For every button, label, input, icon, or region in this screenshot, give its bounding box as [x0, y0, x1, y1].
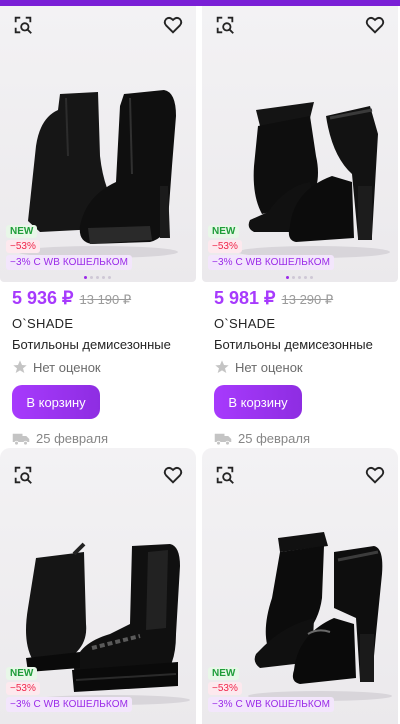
promo-badges: NEW −53% −3% С WB КОШЕЛЬКОМ [208, 667, 335, 712]
pager-dot [108, 276, 111, 279]
new-badge: NEW [208, 225, 240, 238]
discount-badge: −53% [208, 682, 242, 695]
product-photo[interactable]: NEW −53% −3% С WB КОШЕЛЬКОМ [202, 6, 398, 282]
wallet-discount-badge: −3% С WB КОШЕЛЬКОМ [6, 255, 133, 270]
discount-badge: −53% [208, 240, 242, 253]
price: 5 936 ₽ [12, 288, 74, 308]
wallet-discount-badge: −3% С WB КОШЕЛЬКОМ [208, 697, 335, 712]
photo-pager [84, 276, 111, 279]
pager-dot [102, 276, 105, 279]
delivery-text: 25 февраля [36, 431, 108, 446]
product-photo[interactable]: NEW −53% −3% С WB КОШЕЛЬКОМ [202, 448, 398, 724]
product-name[interactable]: Ботильоны демисезонные [214, 337, 386, 352]
new-badge: NEW [6, 225, 38, 238]
product-name[interactable]: Ботильоны демисезонные [12, 337, 184, 352]
product-info: 5 981 ₽ 13 290 ₽ O`SHADE Ботильоны демис… [202, 282, 398, 446]
find-similar-icon[interactable] [210, 460, 240, 490]
pager-dot [304, 276, 307, 279]
find-similar-icon[interactable] [8, 460, 38, 490]
price: 5 981 ₽ [214, 288, 276, 308]
new-badge: NEW [6, 667, 38, 680]
product-card[interactable]: NEW −53% −3% С WB КОШЕЛЬКОМ 5 981 ₽ 13 2… [202, 6, 398, 446]
product-info: 5 936 ₽ 13 190 ₽ O`SHADE Ботильоны демис… [0, 282, 196, 446]
pager-dot [310, 276, 313, 279]
discount-badge: −53% [6, 682, 40, 695]
star-icon [215, 360, 229, 373]
heart-icon[interactable] [360, 460, 390, 490]
delivery-truck-icon [214, 433, 232, 445]
pager-dot [84, 276, 87, 279]
new-badge: NEW [208, 667, 240, 680]
delivery-date: 25 февраля [12, 431, 184, 446]
price-row: 5 936 ₽ 13 190 ₽ [12, 288, 184, 310]
wallet-discount-badge: −3% С WB КОШЕЛЬКОМ [6, 697, 133, 712]
heart-icon[interactable] [360, 10, 390, 40]
product-card[interactable]: NEW −53% −3% С WB КОШЕЛЬКОМ [0, 448, 196, 724]
delivery-truck-icon [12, 433, 30, 445]
promo-badges: NEW −53% −3% С WB КОШЕЛЬКОМ [6, 225, 133, 270]
delivery-text: 25 февраля [238, 431, 310, 446]
promo-badges: NEW −53% −3% С WB КОШЕЛЬКОМ [208, 225, 335, 270]
pager-dot [292, 276, 295, 279]
find-similar-icon[interactable] [8, 10, 38, 40]
heart-icon[interactable] [158, 10, 188, 40]
pager-dot [298, 276, 301, 279]
brand-name[interactable]: O`SHADE [214, 316, 386, 331]
product-photo[interactable]: NEW −53% −3% С WB КОШЕЛЬКОМ [0, 448, 196, 724]
brand-name[interactable]: O`SHADE [12, 316, 184, 331]
rating-text: Нет оценок [235, 359, 303, 375]
star-icon [13, 360, 27, 373]
heart-icon[interactable] [158, 460, 188, 490]
old-price: 13 290 ₽ [281, 292, 334, 307]
rating-text: Нет оценок [33, 359, 101, 375]
find-similar-icon[interactable] [210, 10, 240, 40]
product-card[interactable]: NEW −53% −3% С WB КОШЕЛЬКОМ [202, 448, 398, 724]
product-card[interactable]: NEW −53% −3% С WB КОШЕЛЬКОМ 5 936 ₽ 13 1… [0, 6, 196, 446]
old-price: 13 190 ₽ [79, 292, 132, 307]
promo-badges: NEW −53% −3% С WB КОШЕЛЬКОМ [6, 667, 133, 712]
rating: Нет оценок [12, 359, 184, 375]
pager-dot [96, 276, 99, 279]
price-row: 5 981 ₽ 13 290 ₽ [214, 288, 386, 310]
discount-badge: −53% [6, 240, 40, 253]
delivery-date: 25 февраля [214, 431, 386, 446]
wallet-discount-badge: −3% С WB КОШЕЛЬКОМ [208, 255, 335, 270]
add-to-cart-button[interactable]: В корзину [12, 385, 100, 419]
photo-pager [286, 276, 313, 279]
pager-dot [286, 276, 289, 279]
add-to-cart-button[interactable]: В корзину [214, 385, 302, 419]
rating: Нет оценок [214, 359, 386, 375]
pager-dot [90, 276, 93, 279]
product-photo[interactable]: NEW −53% −3% С WB КОШЕЛЬКОМ [0, 6, 196, 282]
